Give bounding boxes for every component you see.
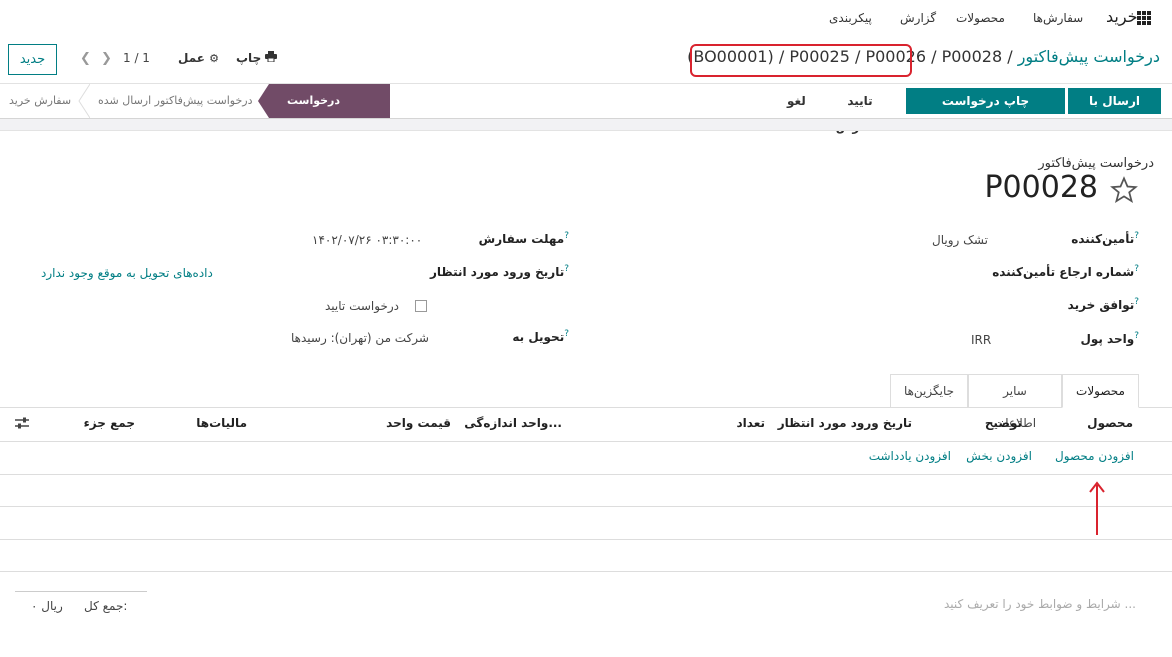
control-panel: جدید ❮ ❯ 1 / 1 عمل ⚙ چاپ درخواست پیش‌فاک… [0, 36, 1172, 84]
help-icon[interactable]: ? [1134, 297, 1139, 307]
menu-configuration[interactable]: پیکربندی [829, 11, 872, 25]
tab-alternatives[interactable]: جایگزین‌ها [890, 374, 968, 408]
apps-menu-icon[interactable] [1137, 11, 1151, 25]
menu-reporting[interactable]: گزارش [900, 11, 936, 25]
table-header-border [0, 441, 1172, 442]
ask-confirmation-checkbox[interactable] [415, 300, 427, 312]
send-by-email-button[interactable]: ارسال با ایمیل [1068, 88, 1161, 114]
print-rfq-button[interactable]: چاپ درخواست پیش‌فاکتور [906, 88, 1065, 114]
total-label: جمع کل: [84, 599, 127, 613]
printer-icon [265, 51, 277, 65]
agreement-label: توافق خرید [1068, 298, 1135, 312]
total-amount: ریال ۰ [31, 599, 63, 613]
vendor-ref-label-wrap: شماره ارجاع تأمین‌کننده? [992, 264, 1139, 279]
deliver-to-label-wrap: تحویل به? [512, 329, 569, 344]
expected-arrival-label: تاریخ ورود مورد انتظار [430, 265, 564, 279]
record-title: P00028 [984, 170, 1098, 205]
col-expected-arrival[interactable]: تاریخ ورود مورد انتظار [778, 416, 912, 430]
print-menu[interactable]: چاپ [236, 51, 277, 65]
menu-products[interactable]: محصولات [956, 11, 1005, 25]
table-row [0, 474, 1172, 475]
tab-products[interactable]: محصولات [1062, 374, 1139, 408]
add-note-link[interactable]: افزودن یادداشت [869, 449, 951, 463]
stage-purchase-order[interactable]: سفارش خرید [9, 84, 71, 118]
col-quantity[interactable]: تعداد [737, 416, 765, 430]
currency-label: واحد پول [1080, 332, 1134, 346]
currency-label-wrap: واحد پول? [1080, 331, 1139, 346]
confirm-order-button[interactable]: تایید سفارش [818, 88, 902, 114]
gear-icon: ⚙ [209, 52, 219, 65]
tab-other-info[interactable]: سایر اطلاعات [968, 374, 1062, 408]
breadcrumb-separator: / [1007, 47, 1012, 66]
col-description[interactable]: توضیح [985, 416, 1022, 430]
table-row [0, 539, 1172, 540]
annotation-arrow-icon [1089, 481, 1105, 536]
expected-label-wrap: تاریخ ورود مورد انتظار? [430, 264, 569, 279]
deliver-to-field[interactable]: شرکت من (تهران): رسیدها [291, 331, 429, 345]
form-gutter [0, 119, 1172, 131]
print-label: چاپ [236, 51, 261, 65]
highlight-annotation-box [690, 44, 912, 77]
terms-field[interactable]: شرایط و ضوابط خود را تعریف کنید ... [944, 597, 1136, 611]
pager-value[interactable]: 1 / 1 [123, 51, 150, 65]
deliver-to-label: تحویل به [512, 330, 564, 344]
app-name[interactable]: خرید [1106, 7, 1138, 26]
vendor-label-wrap: تأمین‌کننده? [1071, 231, 1139, 246]
star-icon[interactable] [1110, 176, 1138, 204]
action-menu[interactable]: عمل ⚙ [178, 51, 219, 65]
help-icon[interactable]: ? [1134, 231, 1139, 241]
col-product[interactable]: محصول [1087, 416, 1133, 430]
new-button[interactable]: جدید [8, 44, 57, 75]
breadcrumb-parent[interactable]: درخواست پیش‌فاکتور [1018, 47, 1160, 66]
deadline-field[interactable]: ۱۴۰۲/۰۷/۲۶ ۰۳:۳۰:۰۰ [312, 233, 422, 247]
ask-confirmation-label: درخواست تایید [325, 299, 399, 313]
column-settings-icon[interactable] [15, 417, 29, 429]
vendor-field[interactable]: تشک رویال [932, 233, 988, 247]
help-icon[interactable]: ? [1134, 331, 1139, 341]
col-uom[interactable]: واحد اندازه‌گی... [464, 416, 562, 430]
add-section-link[interactable]: افزودن بخش [966, 449, 1032, 463]
col-unit-price[interactable]: قیمت واحد [386, 416, 451, 430]
pager-prev-icon[interactable]: ❯ [101, 51, 112, 66]
menu-orders[interactable]: سفارش‌ها [1033, 11, 1083, 25]
stage-rfq-sent[interactable]: درخواست پیش‌فاکتور ارسال شده [98, 84, 253, 118]
cancel-button[interactable]: لغو [779, 88, 813, 114]
deadline-label: مهلت سفارش [479, 232, 565, 246]
form-subtitle: درخواست پیش‌فاکتور [1038, 156, 1154, 171]
vendor-ref-label: شماره ارجاع تأمین‌کننده [992, 265, 1134, 279]
currency-field[interactable]: IRR [971, 333, 991, 347]
add-product-link[interactable]: افزودن محصول [1055, 449, 1134, 463]
deadline-label-wrap: مهلت سفارش? [479, 231, 569, 246]
help-icon[interactable]: ? [1134, 264, 1139, 274]
help-icon[interactable]: ? [564, 231, 569, 241]
total-divider [15, 591, 147, 592]
col-subtotal[interactable]: جمع جزء [84, 416, 135, 430]
stage-separator-icon [78, 84, 90, 118]
table-row [0, 506, 1172, 507]
on-time-delivery-info: داده‌های تحویل به موقع وجود ندارد [41, 266, 213, 280]
agreement-label-wrap: توافق خرید? [1068, 297, 1139, 312]
top-navbar: خرید سفارش‌ها محصولات گزارش پیکربندی [0, 0, 1172, 36]
vendor-label: تأمین‌کننده [1071, 232, 1134, 246]
action-label: عمل [178, 51, 205, 65]
tab-divider [0, 407, 1172, 408]
help-icon[interactable]: ? [564, 264, 569, 274]
help-icon[interactable]: ? [564, 329, 569, 339]
col-taxes[interactable]: مالیات‌ها [196, 416, 247, 430]
pager-next-icon[interactable]: ❮ [80, 51, 91, 66]
stage-rfq[interactable]: درخواست پیش‌فاکتور [269, 84, 390, 118]
status-bar: ارسال با ایمیل چاپ درخواست پیش‌فاکتور تا… [0, 84, 1172, 119]
stage-arrow [258, 84, 269, 118]
table-footer-border [0, 571, 1172, 572]
